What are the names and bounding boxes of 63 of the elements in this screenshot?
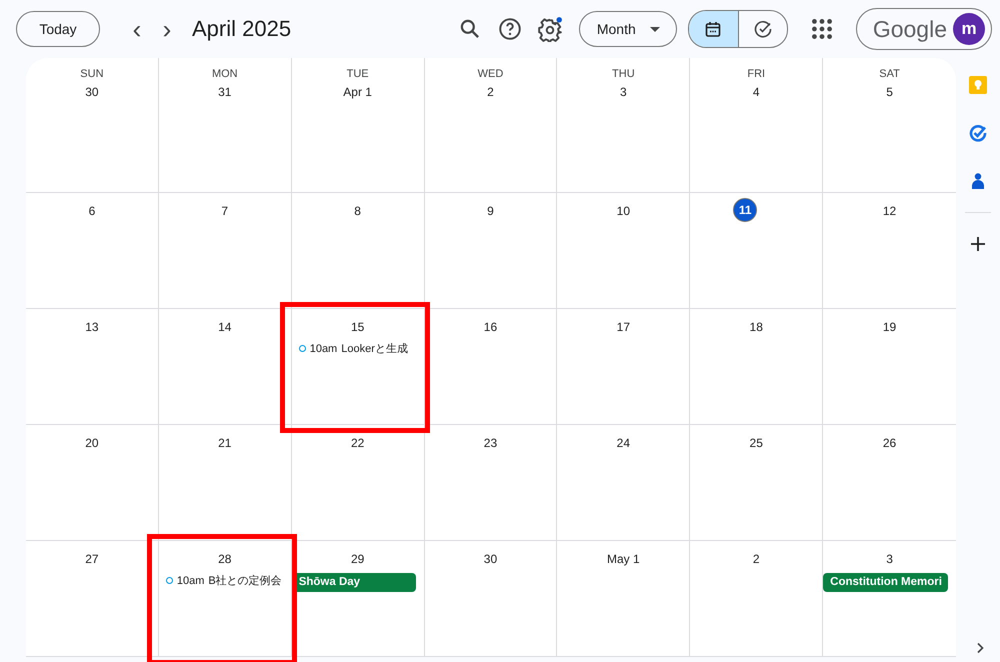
previous-button[interactable]: ‹ xyxy=(122,14,152,44)
date-number[interactable]: 9 xyxy=(480,201,500,221)
event[interactable]: 10am B社との定例会 xyxy=(158,573,291,588)
account-label: Google xyxy=(872,16,947,42)
date-number[interactable]: 28 xyxy=(214,549,235,569)
check-circle-icon[interactable] xyxy=(969,124,987,142)
date-number[interactable]: 29 xyxy=(348,549,368,569)
date-number[interactable]: 16 xyxy=(480,317,500,337)
date-number[interactable]: Apr 1 xyxy=(343,82,372,102)
date-number[interactable]: 22 xyxy=(348,433,368,453)
date-number[interactable]: 12 xyxy=(880,201,900,221)
date-number[interactable]: 23 xyxy=(480,433,500,453)
date-number[interactable]: 3 xyxy=(613,82,634,102)
weekday-label: MON xyxy=(212,67,238,82)
date-number[interactable]: 2 xyxy=(480,82,500,102)
settings-icon[interactable] xyxy=(536,16,563,42)
help-icon[interactable] xyxy=(496,16,523,42)
date-number[interactable]: 19 xyxy=(880,317,900,337)
weekday-label: FRI xyxy=(747,67,766,82)
weekday-label: SUN xyxy=(80,67,104,82)
date-number[interactable]: 15 xyxy=(348,317,368,337)
date-number[interactable]: 25 xyxy=(746,433,766,453)
date-number[interactable]: 20 xyxy=(82,433,102,453)
calendar-view-button[interactable] xyxy=(688,11,738,47)
next-button[interactable]: › xyxy=(152,14,182,44)
event[interactable]: 10am Lookerと生成 xyxy=(292,341,424,356)
plus-icon[interactable] xyxy=(969,235,987,253)
date-number[interactable]: 6 xyxy=(82,201,102,221)
date-number[interactable]: 14 xyxy=(214,317,235,337)
date-number[interactable]: 27 xyxy=(82,549,102,569)
today-button[interactable]: Today xyxy=(16,11,100,47)
date-number[interactable]: 10 xyxy=(613,201,634,221)
date-number[interactable]: 21 xyxy=(214,433,235,453)
date-number[interactable]: May 1 xyxy=(607,549,640,569)
weekday-label: THU xyxy=(612,67,635,82)
date-number[interactable]: 31 xyxy=(214,82,235,102)
person-icon[interactable] xyxy=(969,172,987,190)
weekday-label: TUE xyxy=(346,67,369,82)
date-number[interactable]: 2 xyxy=(746,549,766,569)
date-number[interactable]: 26 xyxy=(880,433,900,453)
weekday-label: WED xyxy=(478,67,504,82)
date-number[interactable]: 18 xyxy=(746,317,766,337)
weekday-label: SAT xyxy=(879,67,900,82)
calendar-icon xyxy=(703,19,724,39)
date-number[interactable]: 17 xyxy=(613,317,634,337)
check-circle-icon xyxy=(752,19,773,39)
date-number[interactable]: 3 xyxy=(880,549,900,569)
avatar: m xyxy=(953,13,985,45)
account-button[interactable]: Google m xyxy=(856,8,992,50)
month-title: April 2025 xyxy=(192,16,292,42)
date-number[interactable]: 8 xyxy=(348,201,368,221)
date-number[interactable]: 11 xyxy=(733,198,758,222)
view-dropdown[interactable]: Month xyxy=(578,11,677,47)
date-number[interactable]: 24 xyxy=(613,433,634,453)
date-number[interactable]: 30 xyxy=(82,82,102,102)
all-day-event[interactable]: Constitution Memori xyxy=(823,573,948,592)
date-number[interactable]: 13 xyxy=(82,317,102,337)
date-number[interactable]: 7 xyxy=(214,201,235,221)
date-number[interactable]: 30 xyxy=(480,549,500,569)
chevron-right-icon[interactable] xyxy=(975,642,985,654)
date-number[interactable]: 5 xyxy=(880,82,900,102)
caret-icon xyxy=(650,26,660,32)
date-number[interactable]: 4 xyxy=(746,82,766,102)
